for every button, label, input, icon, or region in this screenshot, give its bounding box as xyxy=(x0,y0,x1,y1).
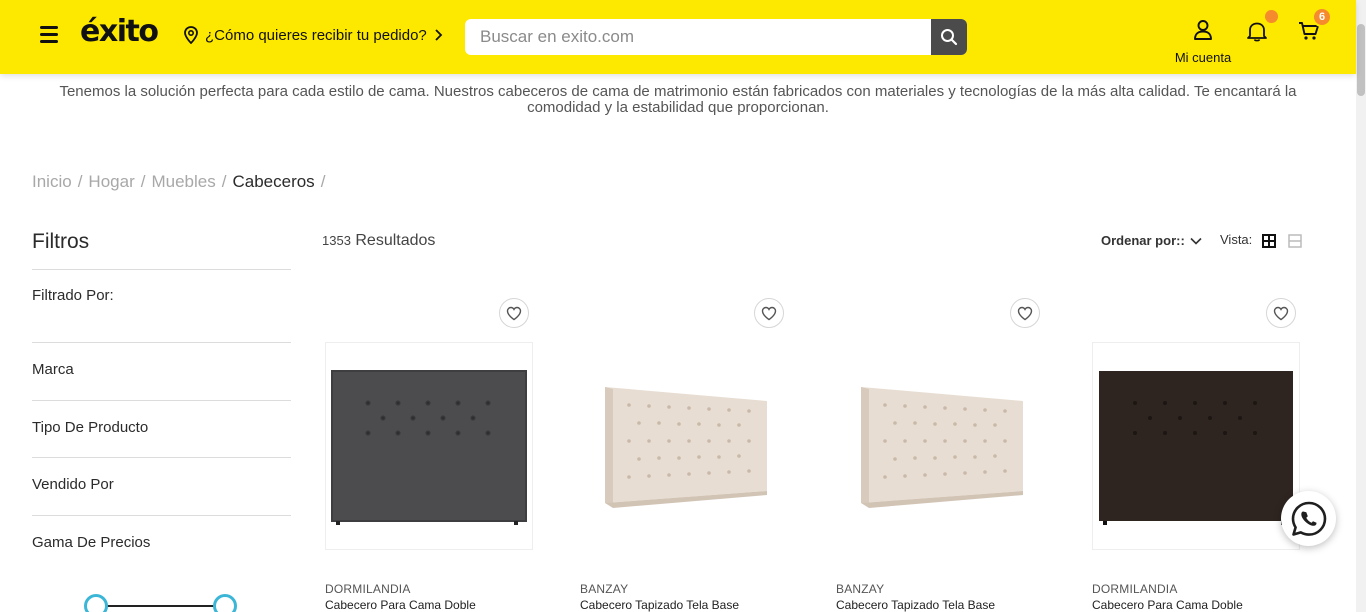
breadcrumb-separator: / xyxy=(77,172,83,191)
product-image-dark-gray-headboard[interactable] xyxy=(325,342,533,550)
filters-sidebar: Filtros Filtrado Por: Marca Tipo De Prod… xyxy=(32,228,291,573)
wishlist-button[interactable] xyxy=(1266,298,1296,328)
product-name[interactable]: Cabecero Para Cama Doble xyxy=(1092,598,1243,612)
search-button[interactable] xyxy=(931,19,967,55)
breadcrumb-inicio[interactable]: Inicio xyxy=(32,172,72,192)
exito-logo[interactable]: éxito xyxy=(80,14,159,49)
facet-marca[interactable]: Marca xyxy=(32,343,291,401)
search-bar xyxy=(465,19,967,55)
scrollbar-thumb[interactable] xyxy=(1357,24,1365,96)
product-image-dark-brown-headboard[interactable] xyxy=(1092,342,1300,550)
chevron-down-icon xyxy=(1190,237,1202,245)
results-label: Resultados xyxy=(355,232,436,249)
price-range-min-handle[interactable] xyxy=(84,594,108,612)
account-label: Mi cuenta xyxy=(1174,50,1232,65)
product-name[interactable]: Cabecero Tapizado Tela Base xyxy=(580,598,739,612)
product-name[interactable]: Cabecero Para Cama Doble xyxy=(325,598,476,612)
page-scrollbar[interactable] xyxy=(1356,0,1366,612)
facet-vendido-por[interactable]: Vendido Por xyxy=(32,458,291,516)
bell-icon xyxy=(1247,22,1267,42)
price-range-track xyxy=(96,605,216,607)
breadcrumb-cabeceros: Cabeceros xyxy=(232,172,315,191)
product-brand: BANZAY xyxy=(580,582,629,596)
filtered-by-label: Filtrado Por: xyxy=(32,270,291,343)
notification-dot xyxy=(1265,10,1278,23)
search-icon xyxy=(941,29,958,46)
results-number: 1353 xyxy=(322,233,351,248)
cart-count-badge: 6 xyxy=(1312,7,1332,27)
filters-title: Filtros xyxy=(32,228,291,270)
location-pin-icon xyxy=(184,26,198,44)
breadcrumb-separator: / xyxy=(221,172,227,191)
breadcrumb-hogar[interactable]: Hogar xyxy=(88,172,134,192)
product-image-beige-headboard[interactable] xyxy=(836,342,1044,550)
product-brand: DORMILANDIA xyxy=(1092,582,1178,596)
breadcrumb-separator: / xyxy=(320,172,326,191)
sort-label: Ordenar por:: xyxy=(1101,233,1185,248)
facet-gama-de-precios[interactable]: Gama De Precios xyxy=(32,516,291,574)
breadcrumb-muebles[interactable]: Muebles xyxy=(151,172,215,192)
sort-dropdown[interactable]: Ordenar por:: xyxy=(1101,233,1202,248)
wishlist-button[interactable] xyxy=(1010,298,1040,328)
list-view-icon[interactable] xyxy=(1288,234,1302,253)
product-card[interactable]: BANZAY Cabecero Tapizado Tela Base xyxy=(836,298,1060,612)
product-brand: DORMILANDIA xyxy=(325,582,411,596)
hamburger-menu-icon[interactable] xyxy=(40,26,58,44)
notifications-button[interactable] xyxy=(1246,20,1268,47)
heart-icon xyxy=(1017,306,1033,320)
results-count: 1353 Resultados xyxy=(322,232,435,250)
wishlist-button[interactable] xyxy=(754,298,784,328)
whatsapp-icon xyxy=(1291,501,1326,536)
product-name[interactable]: Cabecero Tapizado Tela Base xyxy=(836,598,995,612)
location-prompt: ¿Cómo quieres recibir tu pedido? xyxy=(205,26,427,44)
whatsapp-chat-button[interactable] xyxy=(1281,491,1336,546)
heart-icon xyxy=(761,306,777,320)
breadcrumb-separator: / xyxy=(140,172,146,191)
chevron-right-icon xyxy=(435,29,443,41)
heart-icon xyxy=(1273,306,1289,320)
account-button[interactable]: Mi cuenta xyxy=(1172,19,1234,65)
category-description: Tenemos la solución perfecta para cada e… xyxy=(59,83,1297,116)
user-icon xyxy=(1194,20,1212,40)
delivery-location-selector[interactable]: ¿Cómo quieres recibir tu pedido? xyxy=(183,26,443,44)
product-brand: BANZAY xyxy=(836,582,885,596)
product-card[interactable]: DORMILANDIA Cabecero Para Cama Doble xyxy=(1092,298,1316,612)
breadcrumb: Inicio / Hogar / Muebles / Cabeceros / xyxy=(32,172,325,192)
heart-icon xyxy=(506,306,522,320)
price-range-max-handle[interactable] xyxy=(213,594,237,612)
product-card[interactable]: BANZAY Cabecero Tapizado Tela Base xyxy=(580,298,804,612)
price-range-slider[interactable] xyxy=(84,594,240,612)
product-card[interactable]: DORMILANDIA Cabecero Para Cama Doble xyxy=(325,298,549,612)
facet-tipo-de-producto[interactable]: Tipo De Producto xyxy=(32,401,291,458)
view-label: Vista: xyxy=(1220,232,1253,247)
wishlist-button[interactable] xyxy=(499,298,529,328)
grid-view-icon[interactable] xyxy=(1262,234,1276,253)
site-header: éxito ¿Cómo quieres recibir tu pedido? M… xyxy=(0,0,1356,74)
search-input[interactable] xyxy=(465,19,931,55)
product-image-beige-headboard[interactable] xyxy=(580,342,788,550)
